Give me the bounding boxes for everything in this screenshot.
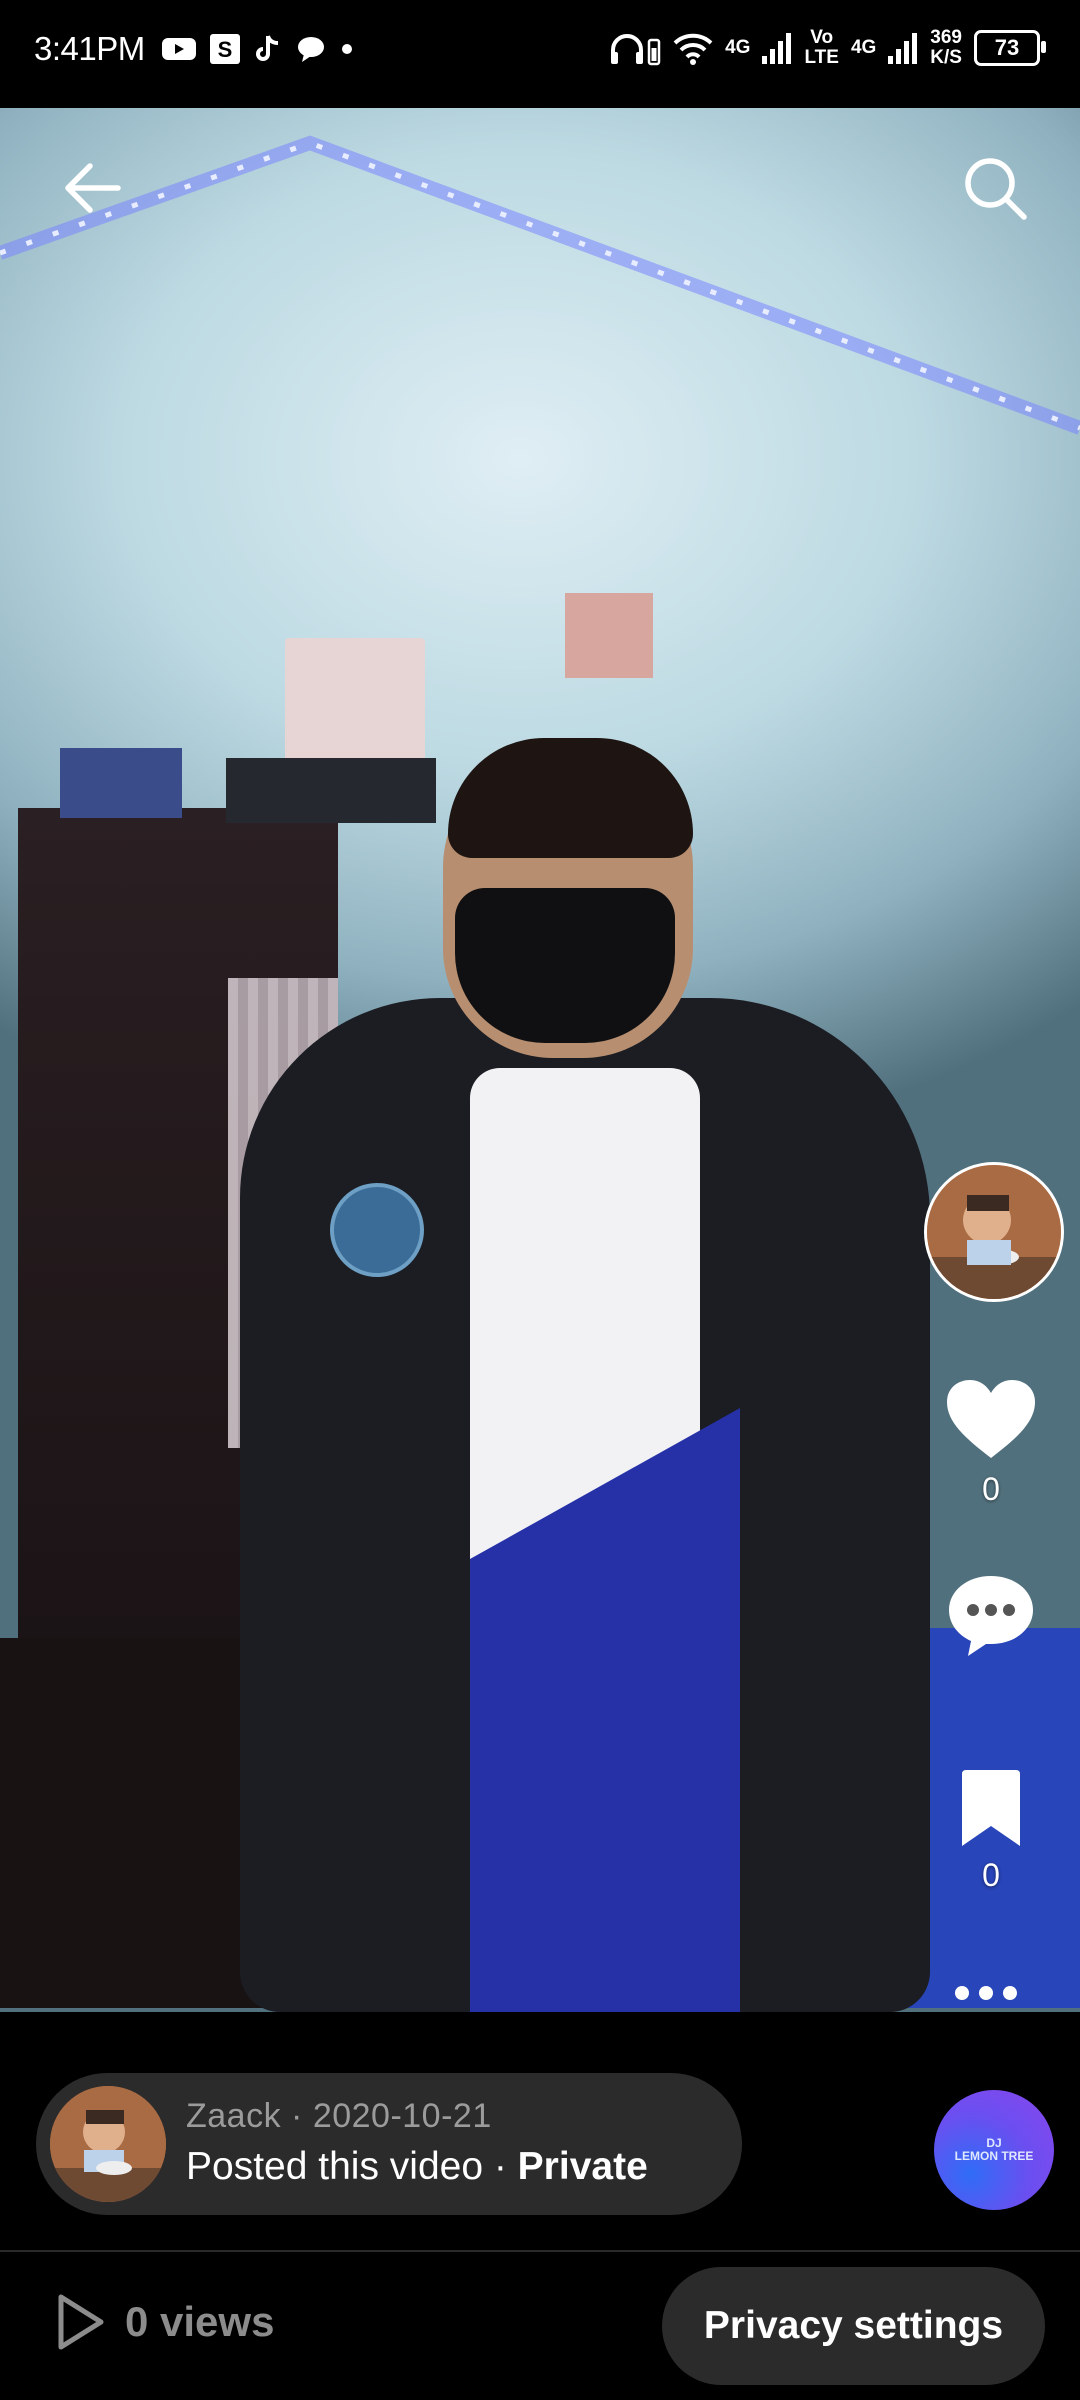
net-speed-unit: K/S [930, 47, 962, 68]
volte-bottom: LTE [804, 47, 839, 68]
search-button[interactable] [955, 148, 1035, 228]
post-status-line: Posted this video · Private [186, 2145, 648, 2189]
person-hair [448, 738, 693, 858]
arrow-left-icon [65, 163, 121, 213]
views-count: 0 views [125, 2298, 275, 2345]
comment-button[interactable] [935, 1572, 1047, 1663]
music-disc[interactable]: DJ LEMON TREE [934, 2090, 1054, 2210]
post-date: 2020-10-21 [312, 2097, 492, 2135]
jacket-patch [330, 1183, 424, 1277]
network-type-2: 4G [850, 37, 877, 58]
search-icon [965, 158, 1027, 220]
like-button[interactable]: 0 [935, 1378, 1047, 1508]
bookmark-icon [962, 1770, 1020, 1846]
music-disc-label-main: LEMON TREE [954, 2149, 1034, 2163]
volte-top: Vo [810, 27, 834, 48]
privacy-settings-button[interactable]: Privacy settings [662, 2267, 1045, 2385]
led-lights [0, 135, 1080, 435]
favorite-count: 0 [982, 1857, 1000, 1893]
more-options-button[interactable] [955, 1986, 1017, 2000]
shelf-photo [60, 748, 182, 818]
dot [955, 1986, 969, 2000]
back-button[interactable] [52, 148, 132, 228]
comment-icon [949, 1576, 1033, 1656]
dot [1003, 1986, 1017, 2000]
headphones-battery-icon [611, 34, 661, 66]
tiktok-icon [256, 35, 279, 61]
music-disc-label: DJ LEMON TREE [955, 2137, 1034, 2163]
favorite-button[interactable]: 0 [935, 1770, 1047, 1894]
like-count: 0 [982, 1471, 1000, 1507]
post-info-pill[interactable]: Zaack · 2020-10-21 Posted this video · P… [36, 2073, 742, 2215]
play-outline-icon [58, 2294, 104, 2350]
signal-icon-1 [762, 33, 792, 64]
dot [979, 1986, 993, 2000]
face-mask [455, 888, 675, 1043]
network-type-1: 4G [725, 37, 751, 58]
dot-icon [342, 44, 352, 54]
music-disc-label-top: DJ [986, 2136, 1002, 2150]
avatar-image [50, 2086, 166, 2202]
status-time: 3:41PM [34, 30, 145, 67]
post-meta: Zaack · 2020-10-21 [186, 2097, 492, 2136]
wifi-icon [673, 33, 713, 65]
notification-icons: S [162, 34, 354, 64]
meta-separator: · [281, 2097, 313, 2135]
status-bar: 3:41PM S 4G Vo LTE 4G 369 K/S 73 [0, 0, 1080, 108]
volte-label: Vo LTE [804, 28, 838, 68]
battery-level: 73 [994, 35, 1020, 60]
post-action: Posted this video · [186, 2145, 518, 2188]
net-speed-value: 369 [930, 27, 962, 48]
person [170, 648, 970, 2012]
signal-icon-2 [888, 33, 918, 64]
youtube-icon [162, 38, 196, 60]
creator-avatar[interactable] [924, 1162, 1064, 1302]
svg-text:S: S [218, 37, 233, 62]
post-visibility: Private [517, 2145, 648, 2188]
avatar-image [927, 1165, 1061, 1299]
battery-icon: 73 [974, 30, 1046, 66]
status-right: 4G Vo LTE 4G 369 K/S 73 [609, 28, 1046, 68]
chat-bubble-icon [298, 37, 324, 62]
divider [0, 2250, 1080, 2252]
post-author-avatar[interactable] [50, 2086, 166, 2202]
s-app-icon: S [210, 34, 240, 64]
views-indicator: 0 views [55, 2292, 274, 2352]
video-player[interactable] [0, 108, 1080, 2012]
heart-icon [947, 1380, 1035, 1458]
net-speed: 369 K/S [930, 28, 962, 68]
post-author: Zaack [186, 2097, 282, 2135]
